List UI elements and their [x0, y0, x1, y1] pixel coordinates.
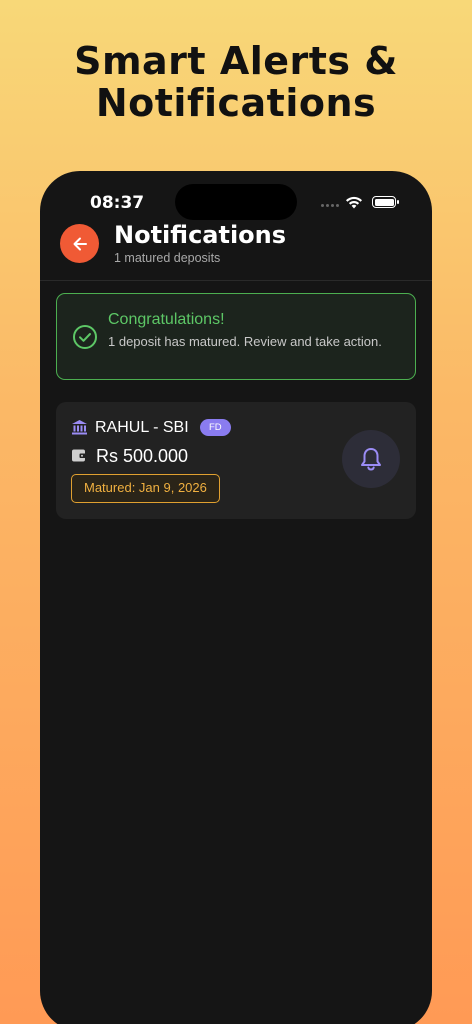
wallet-icon: [72, 449, 86, 462]
promo-headline: Smart Alerts & Notifications: [0, 40, 472, 124]
congratulations-title: Congratulations!: [108, 311, 225, 328]
promo-headline-line-2: Notifications: [95, 81, 377, 125]
app-header: Notifications 1 matured deposits: [40, 221, 432, 281]
deposit-amount: Rs 500.000: [96, 446, 189, 466]
cellular-signal-icon: [321, 204, 339, 207]
deposit-type-badge: FD: [200, 419, 231, 436]
matured-date-badge: Matured: Jan 9, 2026: [71, 474, 220, 503]
page-subtitle: 1 matured deposits: [114, 251, 221, 265]
congratulations-banner: Congratulations! 1 deposit has matured. …: [56, 293, 416, 380]
notify-button[interactable]: [342, 430, 400, 488]
back-button[interactable]: [60, 224, 99, 263]
status-bar: 08:37: [40, 171, 432, 221]
deposit-name: RAHUL - SBI: [95, 419, 189, 436]
battery-icon: [372, 196, 399, 208]
congratulations-message: 1 deposit has matured. Review and take a…: [108, 334, 382, 349]
dynamic-island: [175, 184, 297, 220]
check-circle-icon: [73, 325, 97, 349]
phone-frame: 08:37 Notifications 1 matured deposits C…: [40, 171, 432, 1024]
bell-icon: [361, 448, 381, 471]
page-title: Notifications: [114, 221, 287, 249]
bank-icon: [72, 420, 87, 435]
arrow-left-icon: [73, 237, 87, 250]
promo-headline-line-1: Smart Alerts &: [74, 39, 398, 83]
status-time: 08:37: [90, 193, 145, 213]
wifi-icon: [346, 196, 362, 209]
deposit-card[interactable]: RAHUL - SBI FD Rs 500.000 Matured: Jan 9…: [56, 402, 416, 519]
